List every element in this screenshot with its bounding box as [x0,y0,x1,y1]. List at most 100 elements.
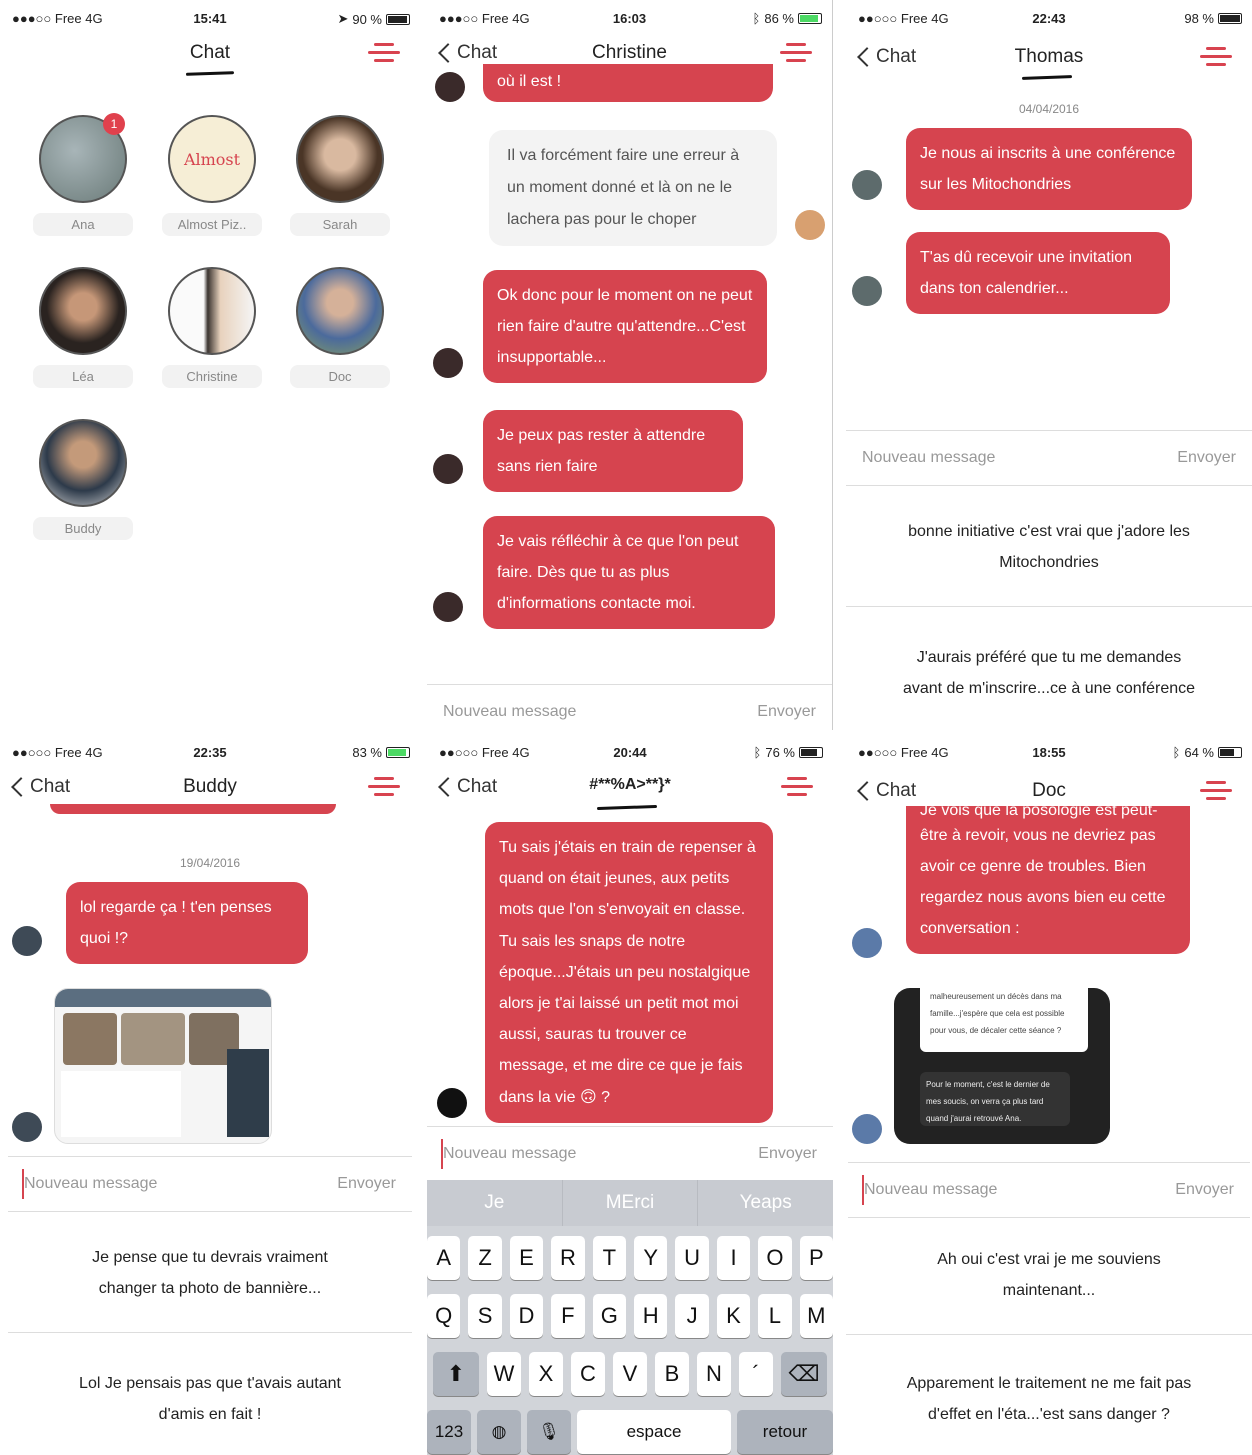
message-input-bar: Nouveau message Envoyer [427,1126,833,1182]
status-bar: ●●○○○ Free 4G 18:55 ᛒ 64 % [846,734,1252,770]
key[interactable]: O [758,1236,792,1280]
key[interactable]: U [675,1236,709,1280]
status-bar: ●●●○○ Free 4G 15:41 ➤ 90 % [0,0,420,36]
hamburger-menu-icon[interactable] [1200,779,1232,803]
key[interactable]: ´ [739,1352,773,1396]
key[interactable]: A [427,1236,461,1280]
key[interactable]: W [487,1352,521,1396]
battery-icon [1218,747,1242,758]
chat-title: Buddy [183,776,237,797]
key[interactable]: L [758,1294,792,1338]
status-bar: ●●○○○ Free 4G 22:35 83 % [0,734,420,770]
hamburger-menu-icon[interactable] [781,775,813,799]
key[interactable]: S [468,1294,502,1338]
reply-suggestion[interactable]: Lol Je pensais pas que t'avais autant d'… [0,1368,420,1430]
battery-icon [1218,13,1242,24]
message-bubble-received: Il va forcément faire une erreur à un mo… [489,130,777,246]
suggestion[interactable]: MErci [563,1180,699,1226]
contact-almost-pizza[interactable]: Almost Almost Piz.. [152,115,272,236]
reply-suggestion[interactable]: Ah oui c'est vrai je me souviens mainten… [846,1244,1252,1306]
key[interactable]: V [613,1352,647,1396]
key[interactable]: B [655,1352,689,1396]
quoted-screenshot[interactable]: malheureusement un décès dans ma famille… [894,988,1110,1144]
key[interactable]: F [551,1294,585,1338]
space-key[interactable]: espace [577,1410,731,1454]
microphone-icon[interactable]: 🎙 [527,1410,571,1454]
message-input[interactable]: Nouveau message [443,703,576,721]
key[interactable]: N [697,1352,731,1396]
battery-icon [799,747,823,758]
key[interactable]: C [571,1352,605,1396]
send-button[interactable]: Envoyer [1177,449,1236,467]
contact-name: Buddy [33,517,133,540]
panel-chat-thomas: ●●○○○ Free 4G 22:43 98 % Chat Thomas 04/… [846,0,1252,730]
reply-suggestion[interactable]: Je pense que tu devrais vraiment changer… [0,1242,420,1304]
key[interactable]: M [799,1294,833,1338]
message-input-bar: Nouveau message Envoyer [8,1156,412,1212]
backspace-icon[interactable]: ⌫ [781,1352,827,1396]
key[interactable]: H [634,1294,668,1338]
message-input[interactable]: Nouveau message [443,1145,576,1163]
message-fragment: Je vois que la posologie est peut- [920,806,1158,819]
send-button[interactable]: Envoyer [337,1175,396,1193]
chat-title: Christine [592,42,667,63]
contact-christine[interactable]: Christine [152,267,272,388]
key[interactable]: I [716,1236,751,1280]
key[interactable]: Q [427,1294,461,1338]
reply-suggestion[interactable]: bonne initiative c'est vrai que j'adore … [846,516,1252,578]
numbers-key[interactable]: 123 [427,1410,471,1454]
key[interactable]: K [716,1294,751,1338]
key[interactable]: T [592,1236,626,1280]
nav-bar: Chat [0,36,420,84]
key[interactable]: E [509,1236,544,1280]
battery-icon [798,13,822,24]
contact-buddy[interactable]: Buddy [23,419,143,540]
key[interactable]: P [799,1236,833,1280]
avatar [12,926,42,956]
avatar [435,72,465,102]
panel-chat-coded: ●●○○○ Free 4G 20:44 ᛒ 76 % Chat #**%A>**}… [427,734,833,1455]
message-input[interactable]: Nouveau message [864,1181,997,1199]
quoted-message-sent: Pour le moment, c'est le dernier de mes … [920,1072,1070,1126]
page-title: Chat [189,42,231,63]
nav-bar: Chat #**%A>**}* [427,770,833,818]
send-button[interactable]: Envoyer [1175,1181,1234,1199]
suggestion[interactable]: Yeaps [698,1180,833,1226]
divider [846,606,1252,607]
hamburger-menu-icon[interactable] [780,41,812,65]
globe-icon[interactable]: ◍ [477,1410,521,1454]
panel-chat-doc: ●●○○○ Free 4G 18:55 ᛒ 64 % Chat Doc Je vo… [846,734,1252,1455]
contact-ana[interactable]: 1 Ana [23,113,143,236]
shift-key[interactable]: ⬆ [433,1352,479,1396]
key[interactable]: R [551,1236,585,1280]
battery-icon [386,747,410,758]
hamburger-menu-icon[interactable] [1200,45,1232,69]
message-input[interactable]: Nouveau message [24,1175,157,1193]
return-key[interactable]: retour [737,1410,833,1454]
key[interactable]: Z [468,1236,502,1280]
key[interactable]: Y [634,1236,668,1280]
key[interactable]: X [529,1352,563,1396]
contact-lea[interactable]: Léa [23,267,143,388]
contact-name: Ana [33,213,133,236]
reply-suggestion[interactable]: Apparement le traitement ne me fait pas … [846,1368,1252,1430]
key[interactable]: D [509,1294,544,1338]
hamburger-menu-icon[interactable] [368,775,400,799]
image-attachment[interactable] [54,988,272,1144]
key[interactable]: J [675,1294,709,1338]
almost-logo: Almost [183,149,241,169]
reply-suggestion[interactable]: J'aurais préféré que tu me demandes avan… [846,642,1252,704]
key[interactable]: G [592,1294,626,1338]
suggestion[interactable]: Je [427,1180,563,1226]
contact-sarah[interactable]: Sarah [280,115,400,236]
contact-doc[interactable]: Doc [280,267,400,388]
avatar [168,267,256,355]
hamburger-menu-icon[interactable] [368,41,400,65]
message-input[interactable]: Nouveau message [862,449,995,467]
date-label: 19/04/2016 [179,856,241,870]
send-button[interactable]: Envoyer [758,1145,817,1163]
contact-name: Doc [290,365,390,388]
send-button[interactable]: Envoyer [757,703,816,721]
avatar: 1 [39,113,127,203]
bluetooth-icon: ᛒ [1172,745,1181,760]
